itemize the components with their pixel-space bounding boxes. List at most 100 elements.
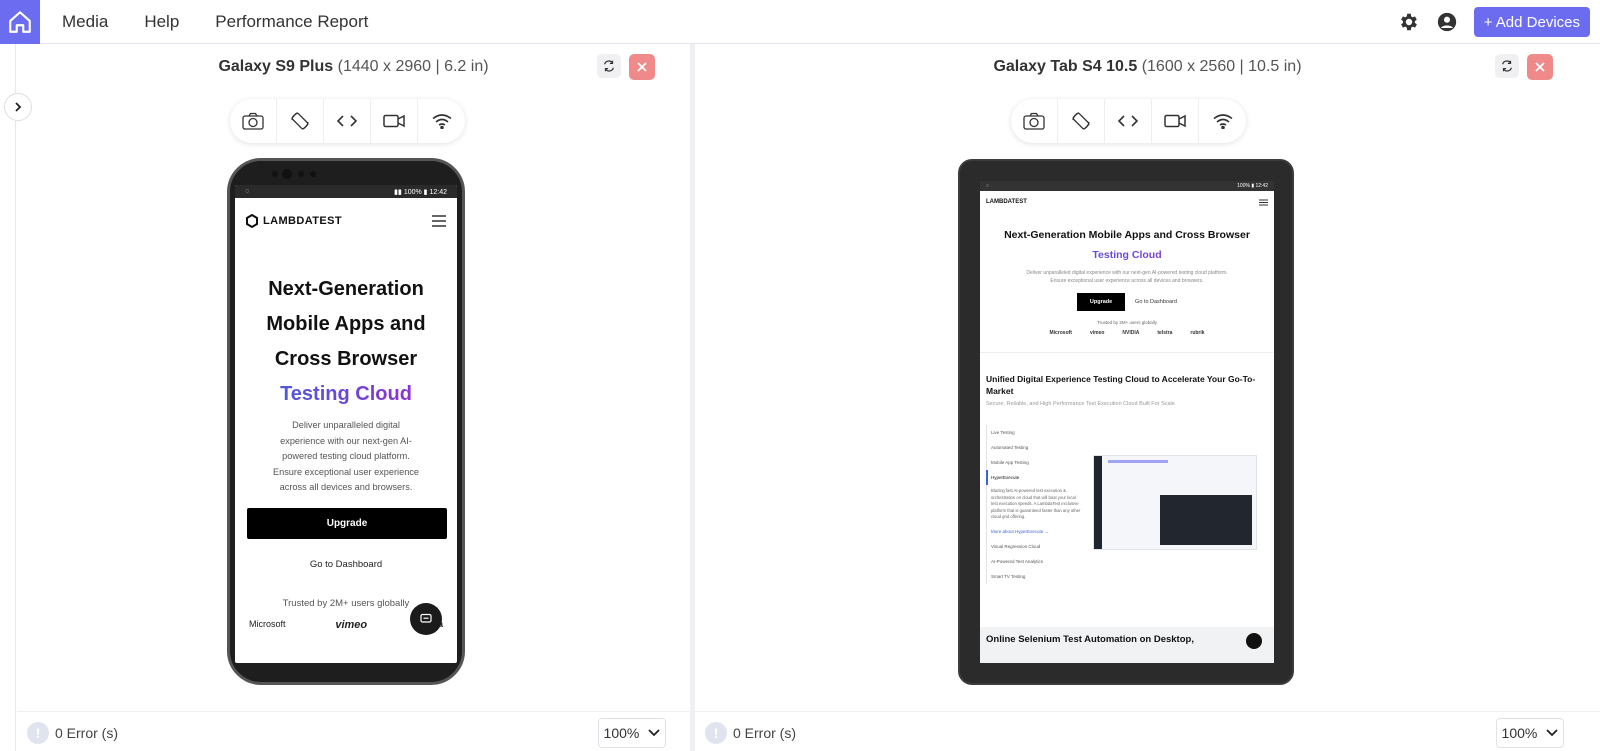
wifi-icon bbox=[432, 114, 451, 129]
phone-device-frame: ◌ ▮▮ 100% ▮ 12:42 LAMBDATEST Next-Genera… bbox=[227, 158, 465, 685]
feature-item[interactable]: Visual Regression Cloud bbox=[991, 539, 1081, 554]
go-to-dashboard-link[interactable]: Go to Dashboard bbox=[1135, 299, 1177, 305]
feature-item[interactable]: Automated Testing bbox=[991, 440, 1081, 455]
sync-icon: ◌ bbox=[245, 188, 250, 195]
rotate-button[interactable] bbox=[277, 99, 324, 143]
device-title: Galaxy S9 Plus (1440 x 2960 | 6.2 in) bbox=[17, 58, 690, 76]
device-footer: ! 0 Error (s) 100% bbox=[17, 711, 690, 751]
vimeo-logo: vimeo bbox=[335, 618, 368, 631]
add-devices-button[interactable]: + Add Devices bbox=[1473, 7, 1590, 37]
record-video-button[interactable] bbox=[371, 99, 418, 143]
hero-buttons: Upgrade Go to Dashboard bbox=[980, 293, 1274, 311]
site-header: LAMBDATEST bbox=[980, 193, 1274, 211]
headline-line: Mobile Apps and bbox=[266, 313, 426, 335]
chat-button[interactable] bbox=[410, 603, 442, 635]
nav-performance-report[interactable]: Performance Report bbox=[215, 12, 368, 32]
hero-description: Deliver unparalleled digital experience … bbox=[1026, 270, 1228, 284]
device-name: Galaxy S9 Plus bbox=[218, 58, 334, 75]
features-block: Live Testing Automated Testing Mobile Ap… bbox=[980, 425, 1274, 584]
device-panel-galaxy-s9-plus: Galaxy S9 Plus (1440 x 2960 | 6.2 in) ◌ … bbox=[17, 44, 690, 751]
go-to-dashboard-link[interactable]: Go to Dashboard bbox=[247, 559, 445, 570]
feature-list: Live Testing Automated Testing Mobile Ap… bbox=[986, 425, 1081, 584]
headline: Next-Generation Mobile Apps and Cross Br… bbox=[1004, 229, 1250, 241]
hamburger-menu-icon[interactable] bbox=[1259, 199, 1268, 206]
record-video-button[interactable] bbox=[1152, 99, 1199, 143]
hero-description: Deliver unparalleled digital experience … bbox=[272, 420, 420, 492]
telstra-logo: telstra bbox=[1157, 330, 1173, 336]
microsoft-logo: Microsoft bbox=[1049, 330, 1072, 336]
sync-icon: ◌ bbox=[986, 183, 989, 189]
feature-item[interactable]: Mobile App Testing bbox=[991, 455, 1081, 470]
chevron-down-icon bbox=[648, 729, 661, 737]
section-subtitle: Secure, Reliable, and High Performance T… bbox=[986, 401, 1175, 407]
device-toolbar bbox=[1011, 99, 1246, 143]
device-controls bbox=[1495, 54, 1553, 80]
video-camera-icon bbox=[1164, 114, 1186, 128]
tablet-screen[interactable]: ◌ 100% ▮ 12:42 LAMBDATEST Next-Generatio… bbox=[980, 181, 1274, 663]
code-icon bbox=[1117, 115, 1139, 127]
screenshot-header bbox=[1108, 460, 1168, 463]
rotate-session-button[interactable] bbox=[1495, 54, 1519, 78]
rotate-button[interactable] bbox=[1058, 99, 1105, 143]
bottom-banner: Online Selenium Test Automation on Deskt… bbox=[980, 627, 1274, 663]
site-logo[interactable]: LAMBDATEST bbox=[245, 214, 342, 228]
error-count[interactable]: ! 0 Error (s) bbox=[27, 722, 118, 744]
error-count[interactable]: ! 0 Error (s) bbox=[705, 722, 796, 744]
site-header: LAMBDATEST bbox=[235, 206, 457, 236]
product-screenshot bbox=[1093, 455, 1257, 550]
device-spec: (1600 x 2560 | 10.5 in) bbox=[1141, 58, 1302, 75]
status-bar: ◌ 100% ▮ 12:42 bbox=[980, 181, 1274, 191]
network-button[interactable] bbox=[1199, 99, 1246, 143]
client-logos: Microsoft vimeo NVIDIA telstra rubrik bbox=[980, 330, 1274, 336]
rotate-session-button[interactable] bbox=[597, 54, 621, 78]
home-button[interactable] bbox=[0, 0, 40, 44]
close-device-button[interactable] bbox=[629, 54, 655, 80]
gear-icon[interactable] bbox=[1398, 11, 1420, 33]
upgrade-button[interactable]: Upgrade bbox=[247, 507, 447, 539]
feature-item[interactable]: Smart TV Testing bbox=[991, 569, 1081, 584]
trusted-label: Trusted by 2M+ users globally bbox=[1097, 320, 1157, 325]
device-toolbar bbox=[230, 99, 465, 143]
chat-button[interactable] bbox=[1246, 633, 1262, 649]
hamburger-menu-icon[interactable] bbox=[431, 215, 447, 227]
network-button[interactable] bbox=[418, 99, 465, 143]
nvidia-logo: NVIDIA bbox=[1122, 330, 1140, 336]
feature-more-link[interactable]: More about HyperExecute → bbox=[991, 524, 1081, 539]
site-logo[interactable]: LAMBDATEST bbox=[986, 199, 1027, 205]
screenshot-button[interactable] bbox=[1011, 99, 1058, 143]
close-icon bbox=[1535, 62, 1545, 72]
devtools-button[interactable] bbox=[1105, 99, 1152, 143]
refresh-icon bbox=[604, 60, 614, 72]
lambdatest-logo-icon bbox=[246, 214, 258, 228]
feature-item[interactable]: AI-Powered Test Analytics bbox=[991, 554, 1081, 569]
screenshot-terminal bbox=[1160, 495, 1252, 545]
headline-line: Next-Generation bbox=[268, 278, 424, 300]
zoom-select[interactable]: 100% bbox=[1496, 718, 1564, 748]
wifi-icon bbox=[1213, 114, 1232, 129]
expand-sidebar-button[interactable] bbox=[4, 93, 32, 121]
microsoft-logo: Microsoft bbox=[249, 618, 286, 629]
account-icon[interactable] bbox=[1436, 11, 1458, 33]
rotate-device-icon bbox=[291, 112, 309, 130]
hero-section: Next-Generation Mobile Apps and Cross Br… bbox=[235, 272, 457, 609]
error-icon: ! bbox=[705, 722, 727, 744]
nav-media[interactable]: Media bbox=[62, 12, 108, 32]
upgrade-button[interactable]: Upgrade bbox=[1077, 293, 1126, 311]
feature-item[interactable]: Live Testing bbox=[991, 425, 1081, 440]
zoom-select[interactable]: 100% bbox=[598, 718, 666, 748]
nav-help[interactable]: Help bbox=[144, 12, 179, 32]
devtools-button[interactable] bbox=[324, 99, 371, 143]
device-controls bbox=[597, 54, 655, 80]
home-icon bbox=[9, 10, 31, 33]
status-right: 100% ▮ 12:42 bbox=[1237, 183, 1268, 189]
feature-item-active[interactable]: HyperExecute bbox=[986, 470, 1081, 485]
headline-gradient: Testing Cloud bbox=[247, 377, 445, 412]
screenshot-button[interactable] bbox=[230, 99, 277, 143]
screenshot-sidebar bbox=[1094, 456, 1102, 549]
chevron-down-icon bbox=[1546, 729, 1559, 737]
phone-screen[interactable]: ◌ ▮▮ 100% ▮ 12:42 LAMBDATEST Next-Genera… bbox=[235, 185, 457, 663]
chat-icon bbox=[420, 613, 432, 623]
close-icon bbox=[637, 62, 647, 72]
close-device-button[interactable] bbox=[1527, 54, 1553, 80]
refresh-icon bbox=[1502, 60, 1512, 72]
